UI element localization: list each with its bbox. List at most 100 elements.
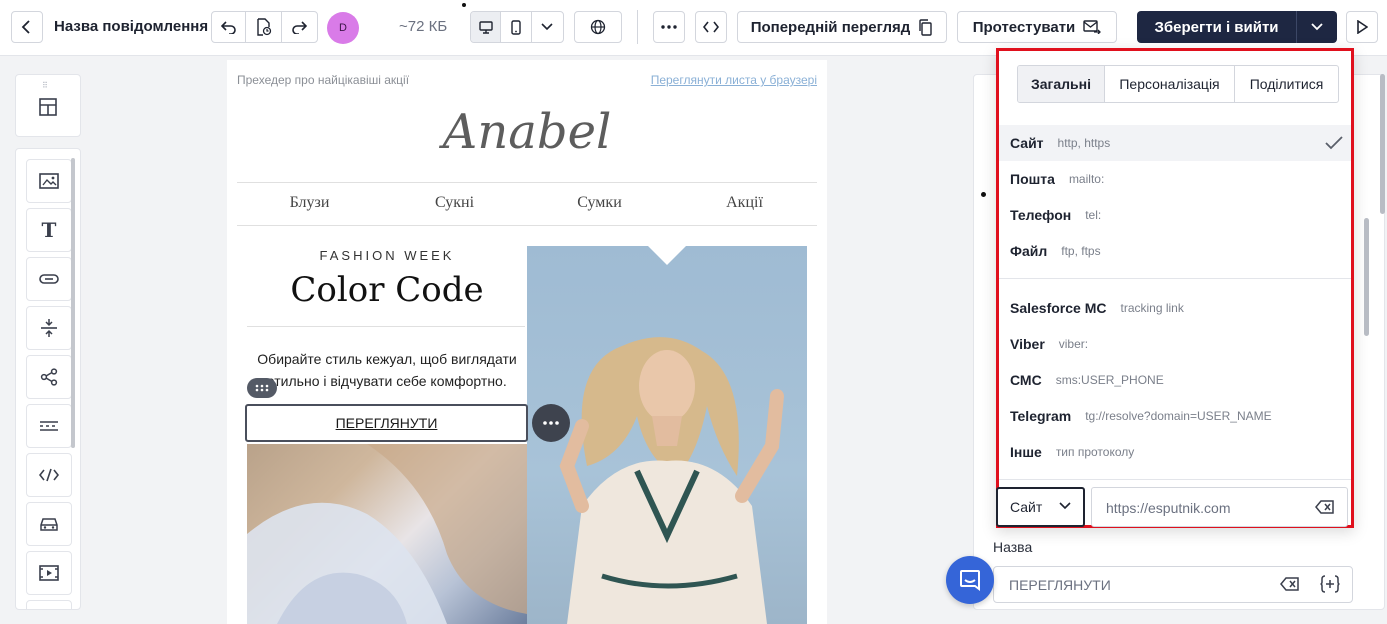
option-hint: ftp, ftps xyxy=(1061,244,1101,258)
drag-handle-icon[interactable]: ⠿ xyxy=(42,81,49,90)
code-view-button[interactable] xyxy=(695,11,727,43)
back-button[interactable] xyxy=(11,11,43,43)
kicker-text[interactable]: FASHION WEEK xyxy=(247,248,527,263)
link-type-dropdown: Загальні Персоналізація Поділитися Сайт … xyxy=(996,48,1354,528)
image-block-button[interactable] xyxy=(26,159,72,203)
image-icon xyxy=(39,173,59,189)
brand-logo[interactable]: Anabel xyxy=(227,104,827,160)
html-code-icon xyxy=(39,468,59,482)
structure-block-panel: ⠿ xyxy=(15,74,81,137)
option-email[interactable]: Пошта mailto: xyxy=(999,161,1351,197)
body-text-line: Обирайте стиль кежуал, щоб виглядати xyxy=(257,351,517,367)
option-viber[interactable]: Viber viber: xyxy=(999,326,1351,362)
toolbar-divider xyxy=(637,10,638,44)
html-block-button[interactable] xyxy=(26,453,72,497)
name-input[interactable]: ПЕРЕГЛЯНУТИ xyxy=(993,566,1353,603)
document-clock-icon xyxy=(256,18,271,36)
option-hint: http, https xyxy=(1057,136,1111,150)
photo-left-art xyxy=(247,444,527,624)
menu-block-button[interactable] xyxy=(26,502,72,546)
history-button[interactable] xyxy=(246,12,282,42)
device-dropdown-button[interactable] xyxy=(532,12,563,42)
menu-bottom-divider xyxy=(237,225,817,226)
option-hint: tg://resolve?domain=USER_NAME xyxy=(1085,409,1272,423)
view-button[interactable]: ПЕРЕГЛЯНУТИ xyxy=(245,404,528,442)
block-options-button[interactable] xyxy=(532,404,570,442)
option-telegram[interactable]: Telegram tg://resolve?domain=USER_NAME xyxy=(999,398,1351,434)
url-input[interactable]: https://esputnik.com xyxy=(1091,487,1348,527)
divider-block-button[interactable] xyxy=(26,404,72,448)
blocks-scrollbar[interactable] xyxy=(71,158,75,448)
support-chat-button[interactable] xyxy=(946,556,994,604)
dropdown-scrollbar[interactable] xyxy=(1364,218,1369,336)
link-tabs: Загальні Персоналізація Поділитися xyxy=(1017,65,1339,103)
message-name[interactable]: Назва повідомлення xyxy=(54,18,208,35)
chevron-left-icon xyxy=(21,20,30,34)
tab-personalization[interactable]: Персоналізація xyxy=(1105,66,1235,102)
body-text[interactable]: Обирайте стиль кежуал, щоб виглядати сти… xyxy=(247,348,527,392)
chat-icon xyxy=(960,570,980,591)
mobile-view-button[interactable] xyxy=(501,12,532,42)
panel-scrollbar-top[interactable] xyxy=(1380,74,1385,214)
text-block-button[interactable]: T xyxy=(26,208,72,252)
preheader-text[interactable]: Прехедер про найцікавіші акції xyxy=(237,73,409,87)
clear-icon[interactable] xyxy=(1315,500,1335,514)
car-icon xyxy=(40,518,58,531)
menu-item-sales[interactable]: Акції xyxy=(672,194,817,212)
indicator-dot xyxy=(462,3,466,7)
social-block-button[interactable] xyxy=(26,355,72,399)
save-group: Зберегти і вийти xyxy=(1137,11,1337,43)
mobile-icon xyxy=(511,19,521,35)
option-other[interactable]: Інше тип протоколу xyxy=(999,434,1351,470)
fashion-photo-left[interactable] xyxy=(247,444,527,624)
layout-block-button[interactable] xyxy=(38,97,58,122)
url-input-value: https://esputnik.com xyxy=(1106,500,1231,516)
redo-button[interactable] xyxy=(282,12,317,42)
preview-label: Попередній перегляд xyxy=(750,18,911,36)
history-group xyxy=(211,11,318,43)
option-sms[interactable]: СМС sms:USER_PHONE xyxy=(999,362,1351,398)
option-name: Viber xyxy=(1010,336,1045,352)
option-phone[interactable]: Телефон tel: xyxy=(999,197,1351,233)
option-hint: mailto: xyxy=(1068,172,1105,186)
tab-share[interactable]: Поділитися xyxy=(1235,66,1338,102)
video-block-button[interactable] xyxy=(26,551,72,595)
avatar[interactable]: D xyxy=(327,12,359,44)
test-button[interactable]: Протестувати xyxy=(957,11,1117,43)
menu-item-dresses[interactable]: Сукні xyxy=(382,194,527,212)
button-block-button[interactable] xyxy=(26,257,72,301)
drag-handle[interactable] xyxy=(247,378,277,398)
variable-insert-icon[interactable] xyxy=(1320,575,1340,593)
save-options-button[interactable] xyxy=(1297,11,1337,43)
option-file[interactable]: Файл ftp, ftps xyxy=(999,233,1351,269)
spacer-block-button[interactable] xyxy=(26,306,72,350)
more-actions-button[interactable] xyxy=(653,11,685,43)
desktop-view-button[interactable] xyxy=(471,12,502,42)
undo-button[interactable] xyxy=(212,12,247,42)
menu-item-bags[interactable]: Сумки xyxy=(527,194,672,212)
option-name: Телефон xyxy=(1010,207,1072,223)
clear-icon[interactable] xyxy=(1280,577,1300,591)
option-salesforce[interactable]: Salesforce MC tracking link xyxy=(999,290,1351,326)
protocol-select[interactable]: Сайт xyxy=(996,487,1085,527)
language-button[interactable] xyxy=(574,11,622,43)
headline[interactable]: Color Code xyxy=(247,270,527,310)
preview-button[interactable]: Попередній перегляд xyxy=(737,11,947,43)
option-name: Salesforce MC xyxy=(1010,300,1107,316)
share-icon xyxy=(40,368,58,386)
fashion-photo-right[interactable] xyxy=(527,246,807,624)
panel-bullet xyxy=(981,192,986,197)
menu-top-divider xyxy=(237,182,817,183)
email-menu: Блузи Сукні Сумки Акції xyxy=(237,194,817,212)
view-in-browser-link[interactable]: Переглянути листа у браузері xyxy=(651,73,817,87)
tab-general[interactable]: Загальні xyxy=(1018,66,1105,102)
drag-dots-icon xyxy=(255,384,269,392)
option-site[interactable]: Сайт http, https xyxy=(999,125,1351,161)
option-name: Файл xyxy=(1010,243,1048,259)
more-blocks-button[interactable] xyxy=(26,600,72,609)
save-and-exit-button[interactable]: Зберегти і вийти xyxy=(1137,11,1297,43)
copy-icon xyxy=(919,18,932,36)
menu-item-blouses[interactable]: Блузи xyxy=(237,194,382,212)
run-button[interactable] xyxy=(1346,11,1378,43)
divider-icon xyxy=(40,421,58,431)
